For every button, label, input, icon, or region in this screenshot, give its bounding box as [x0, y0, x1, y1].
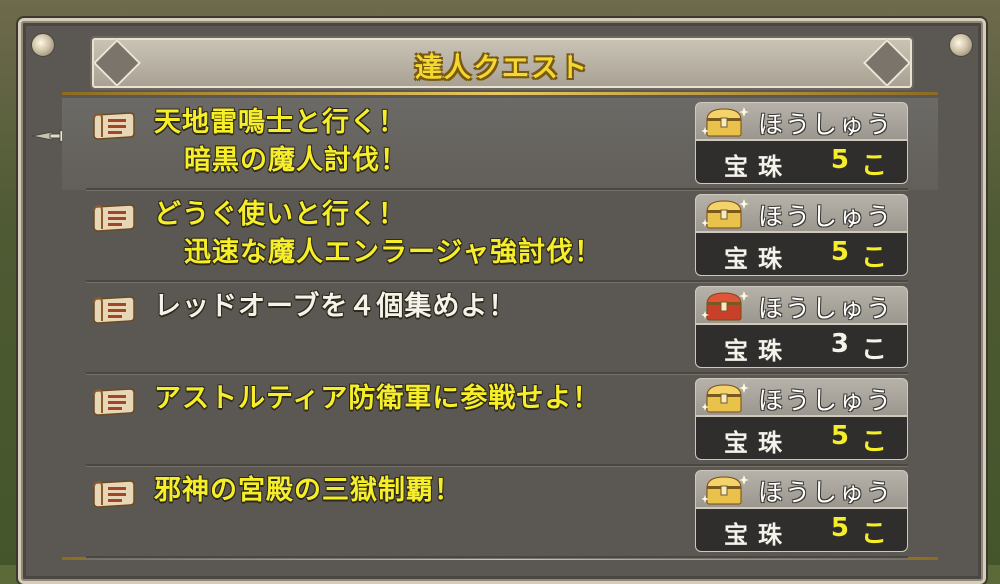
quest-scroll-icon [93, 112, 135, 140]
window-title: 達人クエスト [415, 53, 589, 84]
reward-header: ほうしゅう [695, 286, 908, 324]
quest-row-5[interactable]: 邪神の宮殿の三獄制覇！ ほうしゅう 宝珠 5 こ [62, 466, 938, 558]
reward-box: ほうしゅう 宝珠 5 こ [695, 470, 908, 552]
reward-item-name: 宝珠 [724, 245, 792, 273]
reward-header: ほうしゅう [695, 470, 908, 508]
quest-scroll-icon [93, 204, 135, 232]
reward-detail: 宝珠 3 こ [695, 324, 908, 368]
reward-quantity: 5 [830, 145, 849, 175]
red-chest-icon [702, 291, 749, 321]
quest-title-line1: レッドオーブを４個集めよ！ [154, 291, 517, 322]
quest-title: 邪神の宮殿の三獄制覇！ [154, 472, 462, 510]
row-divider [86, 556, 908, 558]
reward-header: ほうしゅう [695, 194, 908, 232]
quest-row-3[interactable]: レッドオーブを４個集めよ！ ほうしゅう 宝珠 3 こ [62, 282, 938, 374]
reward-quantity: 5 [830, 421, 849, 451]
reward-detail: 宝珠 5 こ [695, 508, 908, 552]
reward-label: ほうしゅう [758, 110, 894, 139]
reward-box: ほうしゅう 宝珠 3 こ [695, 286, 908, 368]
reward-box: ほうしゅう 宝珠 5 こ [695, 102, 908, 184]
quest-scroll-icon [93, 296, 135, 324]
quest-title: アストルティア防衛軍に参戦せよ！ [154, 380, 600, 418]
reward-item-name: 宝珠 [724, 429, 792, 457]
gold-divider [62, 92, 938, 95]
reward-detail: 宝珠 5 こ [695, 140, 908, 184]
quest-title: どうぐ使いと行く！ 迅速な魔人エンラージャ強討伐！ [154, 196, 602, 272]
frame-corner-ornament [31, 33, 55, 57]
reward-unit: こ [860, 151, 887, 181]
reward-label: ほうしゅう [758, 478, 894, 507]
reward-quantity: 5 [830, 513, 849, 543]
quest-title-line1: 邪神の宮殿の三獄制覇！ [154, 475, 462, 506]
reward-unit: こ [860, 243, 887, 273]
quest-title-line1: アストルティア防衛軍に参戦せよ！ [154, 383, 601, 414]
quest-row-2[interactable]: どうぐ使いと行く！ 迅速な魔人エンラージャ強討伐！ ほうしゅう 宝珠 5 こ [62, 190, 938, 282]
frame-corner-ornament [949, 33, 973, 57]
quest-title: レッドオーブを４個集めよ！ [154, 288, 516, 326]
reward-item-name: 宝珠 [724, 153, 792, 181]
quest-row-4[interactable]: アストルティア防衛軍に参戦せよ！ ほうしゅう 宝珠 5 こ [62, 374, 938, 466]
reward-unit: こ [860, 427, 887, 457]
reward-quantity: 3 [830, 329, 849, 359]
quest-scroll-icon [93, 388, 135, 416]
reward-label: ほうしゅう [758, 202, 894, 231]
quest-title-line1: どうぐ使いと行く！ [154, 199, 406, 230]
gold-chest-icon [702, 199, 749, 229]
reward-item-name: 宝珠 [724, 337, 792, 365]
gold-chest-icon [702, 475, 749, 505]
reward-detail: 宝珠 5 こ [695, 232, 908, 276]
reward-item-name: 宝珠 [724, 521, 792, 549]
reward-box: ほうしゅう 宝珠 5 こ [695, 194, 908, 276]
reward-detail: 宝珠 5 こ [695, 416, 908, 460]
quest-title: 天地雷鳴士と行く！ 暗黒の魔人討伐！ [154, 104, 408, 180]
reward-unit: こ [860, 519, 887, 549]
reward-box: ほうしゅう 宝珠 5 こ [695, 378, 908, 460]
quest-title-line2: 暗黒の魔人討伐！ [184, 145, 408, 176]
quest-title-line1: 天地雷鳴士と行く！ [154, 107, 406, 138]
reward-unit: こ [860, 335, 887, 365]
reward-header: ほうしゅう [695, 378, 908, 416]
window-title-bar: 達人クエスト [92, 38, 912, 88]
reward-label: ほうしゅう [758, 294, 894, 323]
gold-chest-icon [702, 383, 749, 413]
reward-header: ほうしゅう [695, 102, 908, 140]
game-scene: 達人クエスト 天地雷鳴士と行く！ 暗黒の魔人討伐！ ほうしゅう 宝珠 5 こ ど… [0, 0, 1000, 584]
quest-title-line2: 迅速な魔人エンラージャ強討伐！ [184, 237, 603, 268]
gold-chest-icon [702, 107, 749, 137]
reward-quantity: 5 [830, 237, 849, 267]
quest-row-1[interactable]: 天地雷鳴士と行く！ 暗黒の魔人討伐！ ほうしゅう 宝珠 5 こ [62, 98, 938, 190]
reward-label: ほうしゅう [758, 386, 894, 415]
quest-scroll-icon [93, 480, 135, 508]
